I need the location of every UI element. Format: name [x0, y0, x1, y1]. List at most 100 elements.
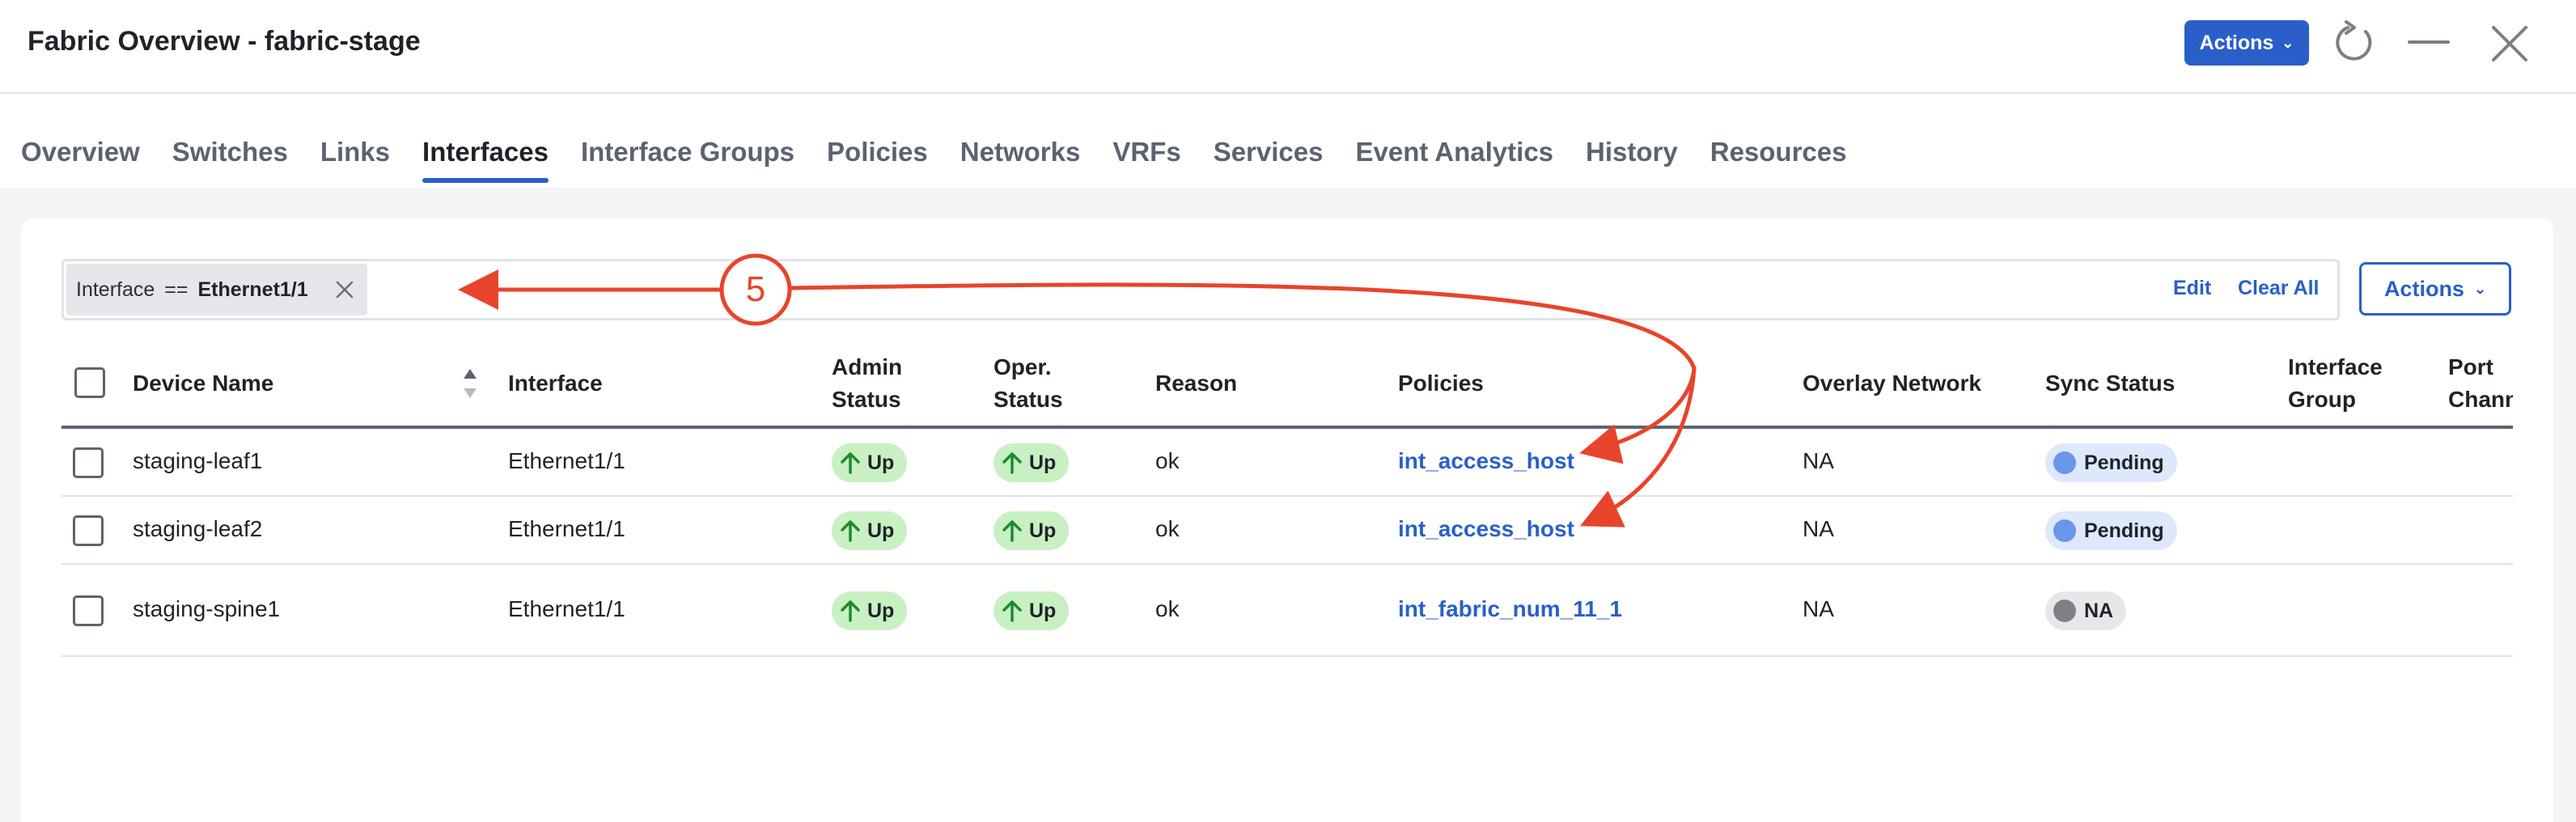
tab-resources[interactable]: Resources [1694, 129, 1863, 186]
interface-name: Ethernet1/1 [508, 516, 625, 541]
table-row[interactable]: staging-leaf1 Ethernet1/1 Up Up ok int_a… [61, 429, 2513, 497]
table-actions-button[interactable]: Actions ⌄ [2359, 262, 2511, 316]
sync-status-badge: Pending [2045, 511, 2177, 550]
select-all-checkbox[interactable] [74, 367, 105, 398]
close-icon[interactable] [2489, 23, 2531, 65]
admin-status-text: Up [867, 599, 895, 622]
arrow-up-icon [841, 452, 860, 474]
sync-status-text: Pending [2084, 519, 2164, 542]
table-header: Device Name Interface Admin Status Oper.… [61, 340, 2513, 429]
col-admin-status-line1: Admin [832, 354, 903, 379]
arrow-up-icon [841, 520, 860, 542]
sort-icon[interactable] [461, 364, 479, 403]
filter-operator: == [164, 278, 189, 301]
tab-history[interactable]: History [1570, 129, 1694, 186]
edit-filter-link[interactable]: Edit [2173, 277, 2211, 300]
filter-chip: Interface == Ethernet1/1 [66, 264, 367, 316]
col-port-channel[interactable]: Port Channel [2448, 351, 2513, 416]
col-policies[interactable]: Policies [1398, 367, 1484, 400]
filter-key: Interface [76, 278, 155, 301]
tab-policies[interactable]: Policies [811, 129, 944, 186]
col-reason[interactable]: Reason [1155, 367, 1237, 400]
tab-event-analytics[interactable]: Event Analytics [1339, 129, 1570, 186]
col-sync-status[interactable]: Sync Status [2045, 367, 2175, 400]
policy-link[interactable]: int_access_host [1398, 516, 1574, 542]
header-actions-label: Actions [2199, 31, 2274, 54]
sync-dot [2053, 451, 2076, 474]
row-checkbox[interactable] [73, 515, 104, 546]
device-name: staging-leaf2 [133, 516, 263, 541]
col-overlay-network[interactable]: Overlay Network [1803, 367, 1981, 400]
policy-link[interactable]: int_fabric_num_11_1 [1398, 596, 1622, 622]
tab-interfaces[interactable]: Interfaces [406, 129, 565, 186]
arrow-up-icon [1002, 452, 1022, 474]
col-interface-group-line1: Interface [2288, 354, 2383, 379]
admin-status-badge: Up [832, 591, 908, 630]
sync-status-text: NA [2084, 599, 2114, 622]
table-row[interactable]: staging-leaf2 Ethernet1/1 Up Up ok int_a… [61, 497, 2513, 565]
oper-status-badge: Up [994, 511, 1070, 550]
title-bar: Fabric Overview - fabric-stage Actions ⌄ [0, 0, 2576, 94]
sync-dot [2053, 600, 2076, 622]
reason: ok [1155, 516, 1180, 541]
sync-status-text: Pending [2084, 451, 2164, 474]
overlay-network: NA [1803, 596, 1834, 621]
col-port-channel-line2: Channel [2448, 387, 2513, 412]
chevron-down-icon: ⌄ [2282, 34, 2294, 51]
tab-links[interactable]: Links [304, 129, 406, 186]
tab-services[interactable]: Services [1197, 129, 1340, 186]
col-oper-status[interactable]: Oper. Status [994, 351, 1063, 416]
reason: ok [1155, 448, 1180, 473]
filter-bar[interactable] [61, 259, 2340, 320]
arrow-up-icon [1002, 600, 1022, 622]
admin-status-text: Up [867, 451, 895, 474]
oper-status-text: Up [1029, 451, 1057, 474]
row-checkbox[interactable] [73, 447, 104, 478]
oper-status-text: Up [1029, 599, 1057, 622]
interface-name: Ethernet1/1 [508, 596, 625, 621]
col-oper-status-line2: Status [994, 387, 1063, 412]
filter-value: Ethernet1/1 [197, 278, 308, 301]
tab-switches[interactable]: Switches [156, 129, 304, 186]
col-interface-group[interactable]: Interface Group [2288, 351, 2383, 416]
tab-bar: Overview Switches Links Interfaces Inter… [0, 129, 1863, 186]
arrow-up-icon [1002, 520, 1022, 542]
oper-status-badge: Up [994, 443, 1070, 482]
admin-status-badge: Up [832, 511, 908, 550]
refresh-icon[interactable] [2330, 19, 2377, 66]
col-admin-status-line2: Status [832, 387, 901, 412]
table-actions-label: Actions [2383, 276, 2464, 301]
tab-interface-groups[interactable]: Interface Groups [565, 129, 811, 186]
chevron-down-icon: ⌄ [2473, 280, 2487, 297]
tab-networks[interactable]: Networks [944, 129, 1097, 186]
chip-remove-icon[interactable] [335, 280, 354, 299]
device-name: staging-leaf1 [133, 448, 263, 473]
col-admin-status[interactable]: Admin Status [832, 351, 902, 416]
sync-dot [2053, 519, 2076, 542]
row-checkbox[interactable] [73, 595, 104, 626]
overlay-network: NA [1803, 448, 1834, 473]
admin-status-badge: Up [832, 443, 908, 482]
col-interface[interactable]: Interface [508, 367, 603, 400]
tab-overview[interactable]: Overview [0, 129, 156, 186]
admin-status-text: Up [867, 519, 895, 542]
minimize-icon[interactable] [2408, 40, 2450, 44]
interfaces-table: Device Name Interface Admin Status Oper.… [61, 340, 2513, 663]
col-device-name[interactable]: Device Name [133, 367, 273, 400]
clear-all-link[interactable]: Clear All [2238, 277, 2320, 300]
oper-status-badge: Up [994, 591, 1070, 630]
col-port-channel-line1: Port [2448, 354, 2493, 379]
window-title: Fabric Overview - fabric-stage [28, 26, 421, 57]
policy-link[interactable]: int_access_host [1398, 448, 1574, 474]
overlay-network: NA [1803, 516, 1834, 541]
sync-status-badge: NA [2045, 591, 2127, 630]
col-oper-status-line1: Oper. [994, 354, 1052, 379]
header-actions-button[interactable]: Actions ⌄ [2184, 20, 2309, 66]
tab-vrfs[interactable]: VRFs [1096, 129, 1197, 186]
device-name: staging-spine1 [133, 596, 281, 621]
interface-name: Ethernet1/1 [508, 448, 625, 473]
arrow-up-icon [841, 600, 860, 622]
oper-status-text: Up [1029, 519, 1057, 542]
table-row[interactable]: staging-spine1 Ethernet1/1 Up Up ok int_… [61, 565, 2513, 657]
col-interface-group-line2: Group [2288, 387, 2356, 412]
